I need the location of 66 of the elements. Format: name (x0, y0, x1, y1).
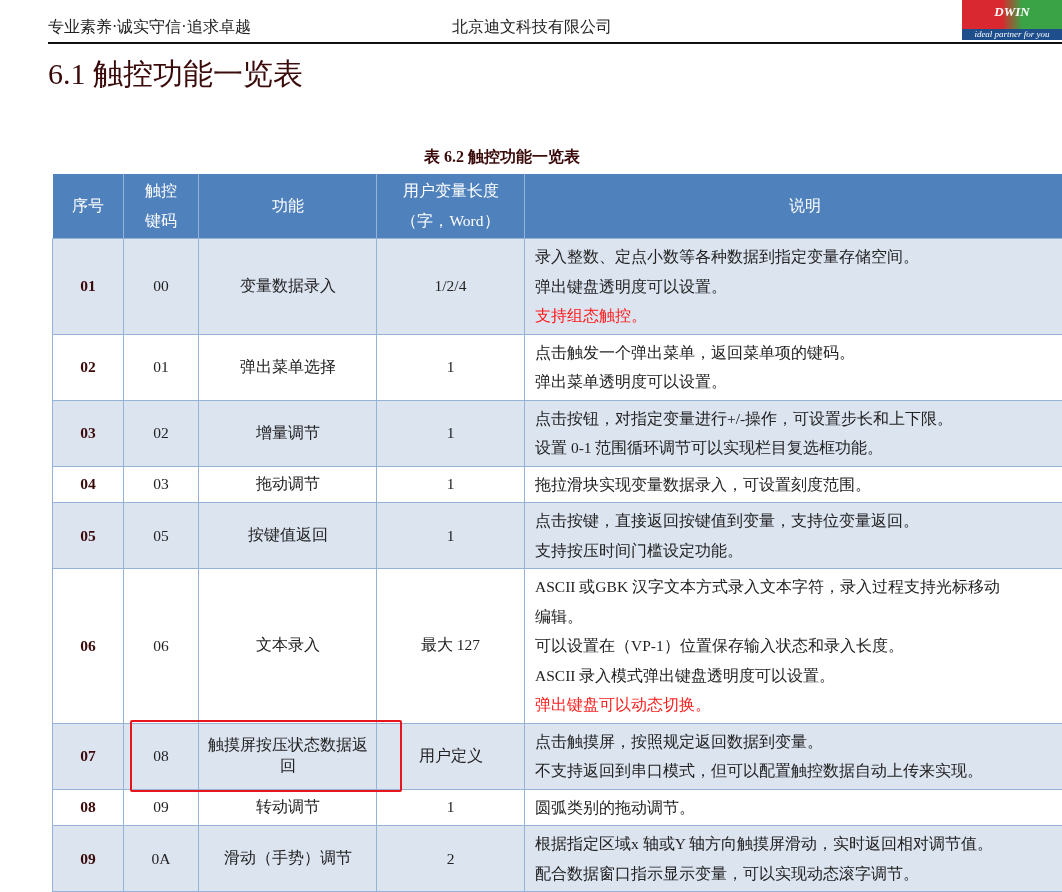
description-line: 弹出键盘可以动态切换。 (535, 695, 712, 715)
table-cell: 最大 127 (376, 568, 525, 723)
table-cell: 转动调节 (198, 789, 377, 826)
description-line: 点击按键，直接返回按键值到变量，支持位变量返回。 (535, 511, 920, 531)
table-cell: 07 (52, 723, 124, 789)
description-line: 录入整数、定点小数等各种数据到指定变量存储空间。 (535, 247, 920, 267)
table-cell: 09 (52, 825, 124, 892)
table-cell: 用户定义 (376, 723, 525, 789)
table-cell: 0A (123, 825, 199, 892)
description-line: 编辑。 (535, 606, 584, 627)
table-cell: 拖动调节 (198, 466, 377, 503)
table-cell: 08 (123, 723, 199, 789)
header-motto: 专业素养·诚实守信·追求卓越 (48, 17, 252, 37)
column-header: 说明 (524, 174, 1062, 239)
table-cell: 弹出菜单选择 (198, 334, 377, 400)
table-cell: 08 (52, 789, 124, 826)
column-header: 序号 (52, 174, 124, 239)
description-line: 圆弧类别的拖动调节。 (535, 797, 696, 818)
description-line: 配合数据窗口指示显示变量，可以实现动态滚字调节。 (535, 863, 920, 884)
table-cell: 05 (123, 502, 199, 569)
table-cell: 05 (52, 502, 124, 569)
table-cell: 03 (52, 400, 124, 466)
table-cell: 09 (123, 789, 199, 826)
table-cell: 1 (376, 466, 525, 503)
description-line: 支持组态触控。 (535, 306, 648, 326)
description-line: 弹出菜单透明度可以设置。 (535, 372, 728, 392)
description-line: 点击触摸屏，按照规定返回数据到变量。 (535, 731, 824, 752)
table-cell: 06 (123, 568, 199, 723)
table-cell: 01 (52, 238, 124, 334)
column-header: 功能 (198, 174, 377, 239)
table-cell: 1 (376, 334, 525, 400)
company-name: 北京迪文科技有限公司 (452, 17, 612, 37)
description-line: 点击按钮，对指定变量进行+/-操作，可设置步长和上下限。 (535, 408, 955, 429)
table-cell: 文本录入 (198, 568, 377, 723)
description-line: ASCII 或GBK 汉字文本方式录入文本字符，录入过程支持光标移动 (535, 577, 1001, 597)
column-header: 用户变量长度 （字，Word） (376, 174, 525, 239)
table-cell: 02 (123, 400, 199, 466)
column-header: 触控 键码 (123, 174, 199, 239)
table-cell: 03 (123, 466, 199, 503)
company-logo: DWIN ideal partner for you (962, 0, 1062, 40)
table-cell: 1 (376, 789, 525, 826)
description-line: 设置 0-1 范围循环调节可以实现栏目复选框功能。 (535, 438, 885, 458)
table-cell: 00 (123, 238, 199, 334)
description-line: ASCII 录入模式弹出键盘透明度可以设置。 (535, 665, 837, 686)
table-cell: 1 (376, 502, 525, 569)
table-cell: 触摸屏按压状态数据返回 (198, 723, 377, 789)
description-line: 不支持返回到串口模式，但可以配置触控数据自动上传来实现。 (535, 761, 984, 781)
description-line: 根据指定区域x 轴或Y 轴方向触摸屏滑动，实时返回相对调节值。 (535, 834, 995, 854)
description-line: 支持按压时间门槛设定功能。 (535, 540, 744, 561)
description-line: 弹出键盘透明度可以设置。 (535, 276, 728, 297)
table-cell: 滑动（手势）调节 (198, 825, 377, 892)
table-cell: 变量数据录入 (198, 238, 377, 334)
table-cell: 06 (52, 568, 124, 723)
table-cell: 02 (52, 334, 124, 400)
table-cell: 2 (376, 825, 525, 892)
table-cell: 01 (123, 334, 199, 400)
table-caption: 表 6.2 触控功能一览表 (423, 147, 581, 167)
table-cell: 04 (52, 466, 124, 503)
table-cell: 1 (376, 400, 525, 466)
description-line: 点击触发一个弹出菜单，返回菜单项的键码。 (535, 342, 856, 363)
section-heading: 6.1 触控功能一览表 (48, 56, 304, 92)
table-cell: 增量调节 (198, 400, 377, 466)
description-line: 拖拉滑块实现变量数据录入，可设置刻度范围。 (535, 474, 872, 495)
description-line: 可以设置在（VP-1）位置保存输入状态和录入长度。 (535, 636, 905, 656)
table-cell: 按键值返回 (198, 502, 377, 569)
table-cell: 1/2/4 (376, 238, 525, 334)
